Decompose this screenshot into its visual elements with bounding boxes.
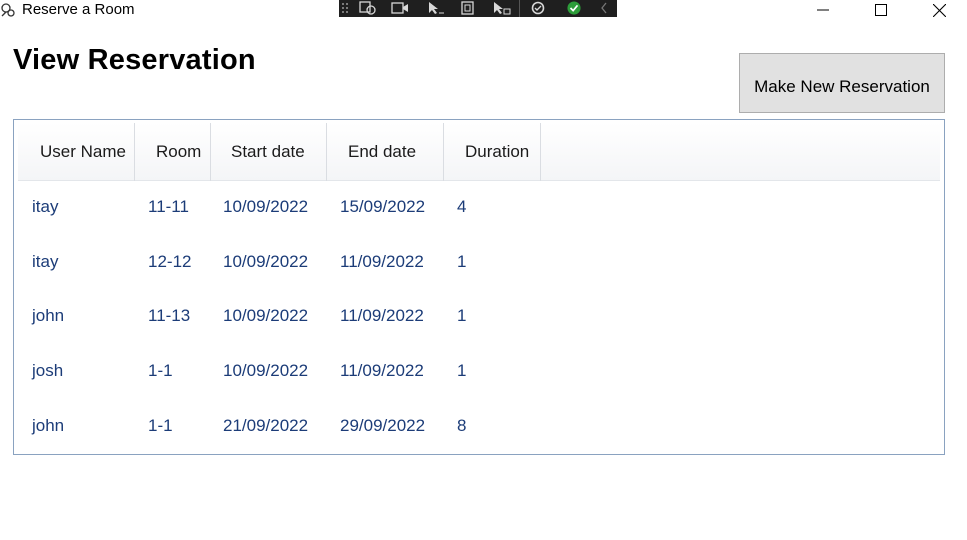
cell-room: 11-11 <box>148 197 189 216</box>
close-icon <box>932 3 946 17</box>
cell-start-date: 10/09/2022 <box>223 306 309 325</box>
toolbar-separator <box>519 0 520 17</box>
cell-user-name: john <box>32 306 65 325</box>
page-title: View Reservation <box>13 44 256 76</box>
make-new-reservation-button[interactable]: Make New Reservation <box>739 53 945 113</box>
table-row[interactable]: john 1-1 21/09/2022 29/09/2022 8 <box>18 399 940 453</box>
app-icon <box>0 2 16 18</box>
cell-duration: 1 <box>457 361 467 380</box>
window-title: Reserve a Room <box>22 1 135 18</box>
display-layout-icon[interactable] <box>391 1 409 15</box>
cell-end-date: 11/09/2022 <box>340 361 424 380</box>
table-row[interactable]: itay 12-12 10/09/2022 11/09/2022 1 <box>18 235 940 289</box>
cell-duration: 1 <box>457 252 467 271</box>
inspect-icon[interactable] <box>460 1 476 15</box>
cell-user-name: itay <box>32 197 59 216</box>
grip-icon <box>342 3 348 13</box>
cell-room: 1-1 <box>148 416 173 435</box>
grid-header: User Name Room Start date End date Durat… <box>18 123 940 181</box>
cell-end-date: 11/09/2022 <box>340 252 424 271</box>
title-bar: Reserve a Room <box>0 0 967 20</box>
check-icon[interactable] <box>565 1 583 15</box>
cell-room: 11-13 <box>148 306 191 325</box>
table-row[interactable]: josh 1-1 10/09/2022 11/09/2022 1 <box>18 344 940 398</box>
cell-user-name: josh <box>32 361 64 380</box>
reservations-grid[interactable]: User Name Room Start date End date Durat… <box>13 119 945 455</box>
hot-reload-icon[interactable] <box>529 1 547 15</box>
column-header-duration[interactable]: Duration <box>444 123 541 181</box>
minimize-button[interactable] <box>800 0 846 20</box>
cell-user-name: itay <box>32 252 59 271</box>
cell-end-date: 15/09/2022 <box>340 197 426 216</box>
maximize-button[interactable] <box>858 0 904 20</box>
column-header-end-date[interactable]: End date <box>327 123 444 181</box>
cell-start-date: 10/09/2022 <box>223 252 309 271</box>
cell-room: 1-1 <box>148 361 173 380</box>
maximize-icon <box>875 4 887 16</box>
cell-duration: 8 <box>457 416 467 435</box>
cell-user-name: john <box>32 416 65 435</box>
minimize-icon <box>817 9 829 11</box>
cell-duration: 1 <box>457 306 467 325</box>
cell-start-date: 21/09/2022 <box>223 416 309 435</box>
cell-end-date: 11/09/2022 <box>340 306 424 325</box>
table-row[interactable]: itay 11-11 10/09/2022 15/09/2022 4 <box>18 180 940 234</box>
cursor-icon[interactable] <box>491 1 511 15</box>
track-focus-icon[interactable] <box>427 1 445 15</box>
cell-end-date: 29/09/2022 <box>340 416 426 435</box>
column-header-room[interactable]: Room <box>135 123 211 181</box>
column-header-user-name[interactable]: User Name <box>18 123 135 181</box>
table-row[interactable]: john 11-13 10/09/2022 11/09/2022 1 <box>18 289 940 343</box>
cell-room: 12-12 <box>148 252 192 271</box>
column-header-start-date[interactable]: Start date <box>211 123 327 181</box>
close-button[interactable] <box>916 0 962 20</box>
debug-toolbar <box>339 0 617 17</box>
cell-start-date: 10/09/2022 <box>223 197 309 216</box>
collapse-chevron-icon[interactable] <box>599 1 609 15</box>
cell-start-date: 10/09/2022 <box>223 361 309 380</box>
select-element-icon[interactable] <box>359 1 377 15</box>
cell-duration: 4 <box>457 197 467 216</box>
